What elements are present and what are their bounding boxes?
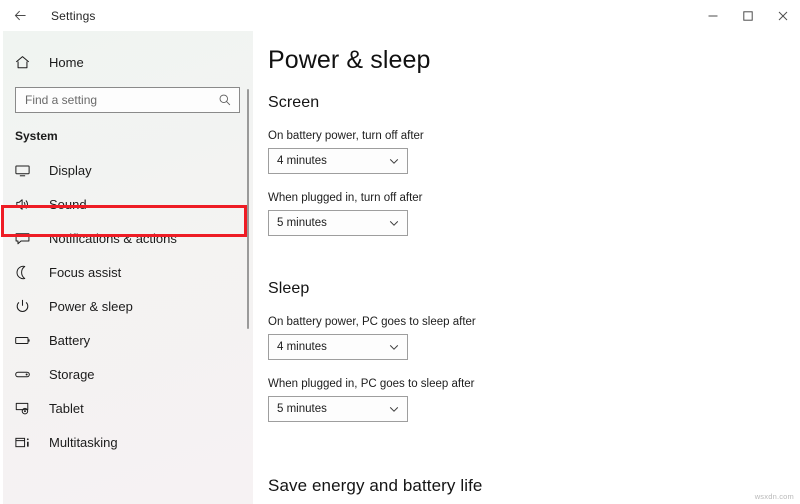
speaker-icon xyxy=(14,196,40,213)
sidebar-item-storage[interactable]: Storage xyxy=(0,357,254,391)
close-icon xyxy=(777,10,789,22)
sidebar-item-focus-assist[interactable]: Focus assist xyxy=(0,255,254,289)
sidebar-item-label: Focus assist xyxy=(49,264,122,280)
sidebar-group-title: System xyxy=(15,129,58,143)
dropdown-sleep-plugged-in[interactable]: 5 minutes xyxy=(268,396,408,422)
search-input[interactable] xyxy=(25,93,218,107)
field-label-sleep-plugged: When plugged in, PC goes to sleep after xyxy=(268,378,475,390)
minimize-button[interactable] xyxy=(695,0,730,31)
chevron-down-icon xyxy=(388,341,400,353)
page-title: Power & sleep xyxy=(268,46,431,74)
field-label-screen-plugged: When plugged in, turn off after xyxy=(268,192,423,204)
window-title: Settings xyxy=(51,8,96,23)
dropdown-value: 4 minutes xyxy=(277,341,327,353)
maximize-button[interactable] xyxy=(730,0,765,31)
home-label: Home xyxy=(49,54,84,70)
sidebar: Home System xyxy=(0,31,254,504)
sidebar-item-label: Storage xyxy=(49,366,95,382)
battery-icon xyxy=(14,332,40,349)
minimize-icon xyxy=(707,10,719,22)
sidebar-item-multitasking[interactable]: Multitasking xyxy=(0,425,254,459)
dropdown-value: 4 minutes xyxy=(277,155,327,167)
moon-icon xyxy=(14,264,40,281)
sidebar-item-display[interactable]: Display xyxy=(0,153,254,187)
chevron-down-icon xyxy=(388,403,400,415)
section-heading-screen: Screen xyxy=(268,94,320,111)
back-arrow-icon xyxy=(13,8,28,23)
dropdown-value: 5 minutes xyxy=(277,403,327,415)
watermark: wsxdn.com xyxy=(754,492,794,501)
settings-window: Settings Home Find a setting System Disp… xyxy=(0,0,800,504)
close-button[interactable] xyxy=(765,0,800,31)
sidebar-item-power-and-sleep[interactable]: Power & sleep xyxy=(0,289,254,323)
multitasking-icon xyxy=(14,434,40,451)
search-icon xyxy=(218,93,232,107)
back-button[interactable] xyxy=(0,0,40,31)
chevron-down-icon xyxy=(388,217,400,229)
sidebar-item-battery[interactable]: Battery xyxy=(0,323,254,357)
maximize-icon xyxy=(742,10,754,22)
section-heading-sleep: Sleep xyxy=(268,280,310,297)
notification-icon xyxy=(14,230,40,247)
window-body: Home System xyxy=(0,31,800,504)
home-icon xyxy=(14,54,40,71)
sidebar-item-notifications[interactable]: Notifications & actions xyxy=(0,221,254,255)
sidebar-item-home[interactable]: Home xyxy=(0,47,254,77)
sidebar-item-label: Multitasking xyxy=(49,434,118,450)
sidebar-item-label: Battery xyxy=(49,332,91,348)
chevron-down-icon xyxy=(388,155,400,167)
sidebar-item-label: Tablet xyxy=(49,400,84,416)
field-label-sleep-battery: On battery power, PC goes to sleep after xyxy=(268,316,476,328)
sidebar-item-label: Display xyxy=(49,162,92,178)
section-heading-save-energy: Save energy and battery life xyxy=(268,476,483,495)
sidebar-nav-list: Display Sound Notifications & actions Fo… xyxy=(0,153,254,459)
dropdown-sleep-on-battery[interactable]: 4 minutes xyxy=(268,334,408,360)
sidebar-item-label: Notifications & actions xyxy=(49,230,177,246)
main-content: Power & sleep Screen On battery power, t… xyxy=(254,31,800,504)
dropdown-screen-plugged-in[interactable]: 5 minutes xyxy=(268,210,408,236)
field-label-screen-battery: On battery power, turn off after xyxy=(268,130,424,142)
dropdown-value: 5 minutes xyxy=(277,217,327,229)
power-icon xyxy=(14,298,40,315)
sidebar-item-tablet[interactable]: Tablet xyxy=(0,391,254,425)
window-controls xyxy=(695,0,800,31)
tablet-icon xyxy=(14,400,40,417)
sidebar-item-sound[interactable]: Sound xyxy=(0,187,254,221)
sidebar-item-label: Sound xyxy=(49,196,87,212)
dropdown-screen-on-battery[interactable]: 4 minutes xyxy=(268,148,408,174)
sidebar-item-label: Power & sleep xyxy=(49,298,133,314)
sidebar-scrollbar[interactable] xyxy=(247,89,249,329)
storage-icon xyxy=(14,366,40,383)
title-bar: Settings xyxy=(0,0,800,31)
monitor-icon xyxy=(14,162,40,179)
search-box[interactable] xyxy=(15,87,240,113)
